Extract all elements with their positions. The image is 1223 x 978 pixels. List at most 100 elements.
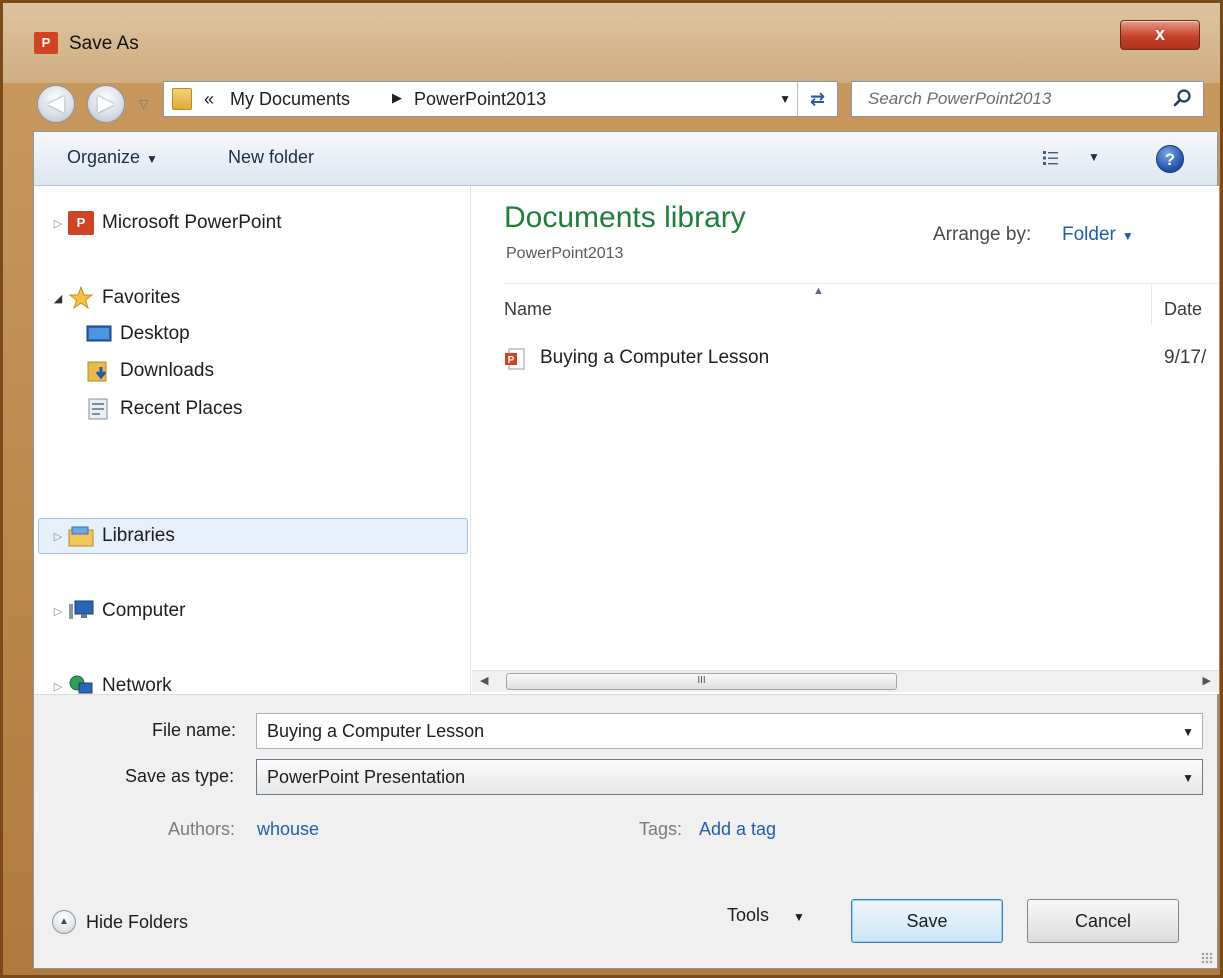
nav-item-label: Computer: [102, 600, 186, 621]
chevron-down-icon: ▼: [793, 910, 805, 924]
address-dropdown-icon[interactable]: ▼: [779, 92, 791, 106]
arrange-by-value: Folder: [1062, 224, 1116, 245]
title-bar: P Save As x: [3, 3, 1220, 83]
scrollbar-thumb[interactable]: III: [506, 673, 897, 690]
save-as-type-label: Save as type:: [125, 766, 235, 786]
navigation-pane: ▷ P Microsoft PowerPoint ◢ Favorites Des…: [34, 186, 471, 696]
address-overflow[interactable]: «: [204, 89, 214, 110]
save-button[interactable]: Save: [851, 899, 1003, 943]
help-icon[interactable]: ?: [1156, 145, 1184, 173]
chevron-down-icon: ▼: [1182, 771, 1194, 785]
hide-folders-button[interactable]: ▲ Hide Folders: [52, 910, 188, 934]
tags-field[interactable]: Add a tag: [699, 819, 776, 840]
cancel-button[interactable]: Cancel: [1027, 899, 1179, 943]
refresh-button[interactable]: ⇄: [797, 82, 837, 116]
command-bar: Organize ▼ New folder ▼ ?: [34, 132, 1217, 186]
dialog-body: Organize ▼ New folder ▼ ? ▷ P Microsoft P…: [33, 131, 1219, 969]
column-header-name[interactable]: Name: [504, 299, 552, 320]
libraries-icon: [68, 526, 94, 547]
expand-arrow-icon[interactable]: ▷: [48, 217, 68, 230]
file-row[interactable]: P Buying a Computer Lesson 9/17/: [500, 342, 1219, 376]
nav-item-computer[interactable]: ▷ Computer: [34, 594, 186, 628]
collapse-arrow-icon[interactable]: ◢: [48, 292, 68, 305]
nav-item-microsoft-powerpoint[interactable]: ▷ P Microsoft PowerPoint: [34, 206, 282, 240]
search-input[interactable]: Search PowerPoint2013: [851, 81, 1204, 117]
scroll-right-icon[interactable]: ▶: [1203, 674, 1211, 687]
computer-icon: [69, 600, 94, 619]
organize-label: Organize: [67, 147, 141, 167]
sort-ascending-icon: ▲: [813, 285, 824, 297]
resize-grip[interactable]: [1201, 952, 1213, 964]
nav-item-downloads[interactable]: Downloads: [56, 354, 214, 388]
back-arrow-icon: ◀: [47, 90, 65, 115]
tools-menu-button[interactable]: Tools ▼: [727, 905, 805, 926]
chevron-down-icon[interactable]: ▼: [1182, 725, 1194, 739]
close-button[interactable]: x: [1120, 20, 1200, 50]
address-bar[interactable]: « My Documents ▶ PowerPoint2013 ▼ ⇄: [163, 81, 838, 117]
organize-button[interactable]: Organize ▼: [67, 147, 158, 168]
recent-places-icon: [88, 398, 108, 420]
nav-item-label: Desktop: [120, 323, 190, 344]
authors-label: Authors:: [168, 819, 236, 839]
nav-item-label: Libraries: [102, 525, 175, 546]
authors-field[interactable]: whouse: [257, 819, 319, 840]
tools-label: Tools: [727, 905, 770, 925]
horizontal-scrollbar[interactable]: ◀ III ▶: [472, 670, 1219, 692]
file-name-value: Buying a Computer Lesson: [267, 721, 485, 741]
file-name-field[interactable]: Buying a Computer Lesson ▼: [256, 713, 1203, 749]
powerpoint-icon: P: [68, 211, 94, 235]
arrange-by-label: Arrange by:: [933, 224, 1032, 245]
nav-item-libraries[interactable]: ▷ Libraries: [34, 519, 175, 553]
nav-item-label: Favorites: [102, 287, 181, 308]
file-date: 9/17/: [1164, 347, 1207, 368]
powerpoint-file-icon: P: [505, 348, 525, 370]
refresh-icon: ⇄: [809, 89, 826, 109]
expand-arrow-icon[interactable]: ▷: [48, 680, 68, 693]
view-options-icon[interactable]: [1042, 149, 1060, 167]
chevron-down-icon: ▼: [1121, 229, 1134, 243]
nav-item-label: Downloads: [120, 360, 214, 381]
save-as-type-value: PowerPoint Presentation: [267, 767, 466, 787]
nav-item-label: Microsoft PowerPoint: [102, 212, 282, 233]
library-subtitle: PowerPoint2013: [506, 245, 624, 262]
nav-item-label: Recent Places: [120, 398, 243, 419]
nav-item-desktop[interactable]: Desktop: [56, 317, 190, 351]
search-placeholder: Search PowerPoint2013: [868, 89, 1052, 108]
downloads-icon: [87, 361, 107, 382]
recent-locations-dropdown[interactable]: ▽: [139, 97, 148, 111]
nav-item-recent-places[interactable]: Recent Places: [56, 392, 243, 426]
forward-arrow-icon: ▶: [97, 90, 115, 115]
file-name-label: File name:: [152, 720, 237, 740]
header-divider: [504, 283, 1219, 284]
column-header-date[interactable]: Date: [1164, 299, 1202, 320]
star-icon: [68, 286, 94, 310]
file-list-pane: Documents library PowerPoint2013 Arrange…: [472, 186, 1219, 694]
expand-arrow-icon[interactable]: ▷: [48, 530, 68, 543]
save-as-type-select[interactable]: PowerPoint Presentation ▼: [256, 759, 1203, 795]
column-separator[interactable]: [1151, 285, 1152, 325]
powerpoint-app-icon: P: [34, 32, 58, 54]
folder-icon: [172, 88, 192, 110]
new-folder-button[interactable]: New folder: [228, 147, 314, 168]
nav-item-favorites[interactable]: ◢ Favorites: [34, 281, 180, 315]
arrange-by-dropdown[interactable]: Folder ▼: [1062, 224, 1134, 246]
chevron-down-icon: ▼: [146, 152, 158, 166]
forward-button[interactable]: ▶: [87, 85, 125, 123]
desktop-icon: [86, 325, 112, 342]
breadcrumb-my-documents[interactable]: My Documents: [230, 89, 350, 110]
breadcrumb-separator-icon[interactable]: ▶: [392, 90, 402, 106]
chevron-up-icon: ▲: [52, 910, 76, 934]
dialog-frame: P Save As x ◀ ▶ ▽ « My Documents ▶ Power…: [0, 0, 1223, 978]
scroll-left-icon[interactable]: ◀: [480, 674, 488, 687]
view-dropdown-icon[interactable]: ▼: [1088, 150, 1100, 164]
file-name: Buying a Computer Lesson: [540, 347, 770, 368]
svg-text:P: P: [508, 355, 515, 366]
tags-label: Tags:: [639, 819, 683, 839]
breadcrumb-powerpoint2013[interactable]: PowerPoint2013: [414, 89, 546, 110]
hide-folders-label: Hide Folders: [86, 911, 189, 932]
search-icon[interactable]: [1173, 88, 1193, 108]
back-button[interactable]: ◀: [37, 85, 75, 123]
library-title: Documents library: [504, 201, 746, 234]
dialog-title: Save As: [69, 33, 139, 54]
expand-arrow-icon[interactable]: ▷: [48, 605, 68, 618]
